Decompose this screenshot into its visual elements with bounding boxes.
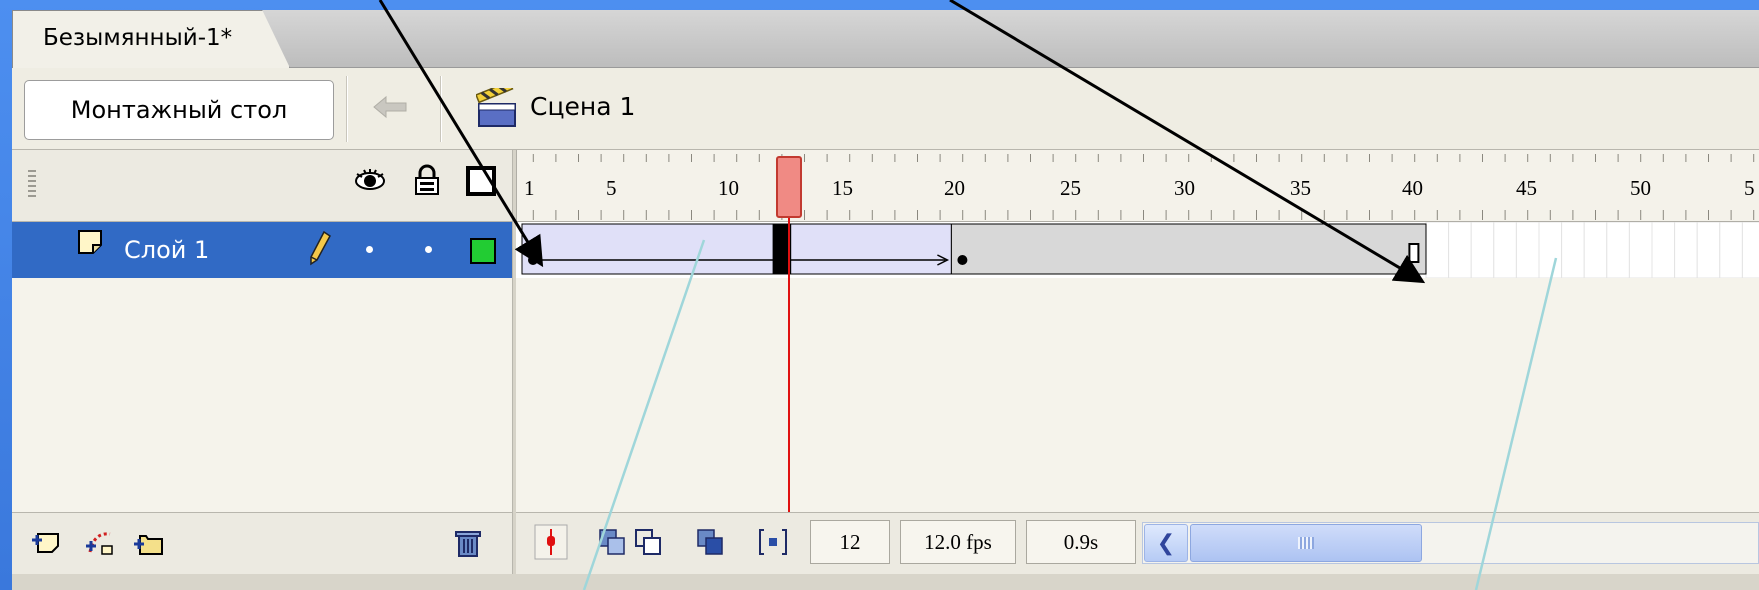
empty-frame-cell (1561, 222, 1585, 278)
ruler-ticks (532, 154, 1755, 220)
empty-frame-cell (1448, 222, 1472, 278)
scene-label[interactable]: Сцена 1 (530, 92, 635, 121)
layer-outline-color[interactable] (470, 238, 496, 264)
frame-rate-value: 12.0 fps (924, 529, 992, 554)
empty-frame-cell (1425, 222, 1450, 278)
ruler-label: 15 (832, 176, 853, 200)
bottom-strip (12, 574, 1759, 590)
keyframe-dot (528, 255, 538, 265)
ruler-label: 35 (1290, 176, 1311, 200)
trash-icon[interactable] (452, 526, 484, 558)
document-tab-title: Безымянный-1* (43, 25, 233, 51)
empty-frame-cell (1719, 222, 1743, 278)
stage-button-label: Монтажный стол (70, 96, 288, 124)
ruler-label: 5 (606, 176, 617, 200)
motion-tween-span (521, 223, 952, 275)
ruler-label: 5 (1744, 176, 1755, 200)
frames-empty-area (516, 278, 1759, 512)
layer-name[interactable]: Слой 1 (124, 236, 209, 264)
toolbar-separator (346, 76, 348, 142)
static-frames-span (950, 223, 1427, 275)
empty-frame-cell (1583, 222, 1608, 278)
scrollbar-thumb[interactable] (1190, 524, 1422, 562)
panel-grip[interactable] (28, 170, 36, 200)
modify-onion-markers-icon[interactable] (756, 524, 790, 560)
layers-list-empty (12, 278, 512, 512)
add-motion-guide-icon[interactable] (84, 526, 116, 558)
keyframe-dot (957, 255, 968, 265)
end-frame-marker (1408, 243, 1420, 263)
edit-multiple-frames-icon[interactable] (694, 524, 728, 560)
document-tab[interactable]: Безымянный-1* (12, 10, 290, 68)
empty-frame-cell (1628, 222, 1653, 278)
current-frame-value: 12 (839, 529, 861, 554)
center-frame-icon[interactable] (534, 524, 568, 560)
ruler-label: 40 (1402, 176, 1423, 200)
empty-frame-cell (1538, 222, 1563, 278)
stage-button[interactable]: Монтажный стол (24, 80, 334, 140)
elapsed-time-display: 0.9s (1026, 520, 1136, 564)
empty-frame-cell (1470, 222, 1495, 278)
ruler-label: 30 (1174, 176, 1195, 200)
chevron-left-icon: ❮ (1156, 530, 1176, 556)
empty-frame-cell (1606, 222, 1630, 278)
ruler-label: 20 (944, 176, 965, 200)
scroll-left-button[interactable]: ❮ (1144, 524, 1188, 562)
outline-square-icon[interactable] (466, 166, 496, 196)
lock-icon[interactable] (414, 164, 440, 196)
frames-track-graphics (521, 222, 1759, 278)
add-layer-icon[interactable] (30, 526, 62, 558)
eye-icon[interactable] (354, 168, 386, 192)
add-folder-icon[interactable] (132, 526, 164, 558)
onion-skin-icon[interactable] (596, 524, 630, 560)
clapperboard-icon (476, 88, 516, 127)
empty-frame-cell (1741, 222, 1759, 278)
pencil-icon (310, 230, 331, 266)
onion-skin-outlines-icon[interactable] (632, 524, 666, 560)
empty-frame-cell (1696, 222, 1721, 278)
empty-frame-cell (1674, 222, 1698, 278)
thumb-grip (1298, 537, 1314, 549)
elapsed-time-value: 0.9s (1063, 529, 1099, 554)
layer-icon (78, 230, 102, 254)
playhead[interactable] (776, 156, 802, 218)
ruler-label: 45 (1516, 176, 1537, 200)
ruler-label: 1 (524, 176, 535, 200)
empty-frame-cell (1651, 222, 1676, 278)
back-arrow-icon[interactable] (372, 94, 408, 120)
ruler-label: 10 (718, 176, 739, 200)
frame-rate-display[interactable]: 12.0 fps (900, 520, 1016, 564)
toolbar-separator (440, 76, 442, 142)
ruler-label: 50 (1630, 176, 1651, 200)
layer-visibility-toggle[interactable] (366, 246, 373, 253)
current-frame-display: 12 (810, 520, 890, 564)
layer-lock-toggle[interactable] (425, 246, 432, 253)
playhead-line (788, 218, 790, 512)
ruler-label: 25 (1060, 176, 1081, 200)
empty-frame-cell (1493, 222, 1517, 278)
empty-frame-cell (1515, 222, 1540, 278)
